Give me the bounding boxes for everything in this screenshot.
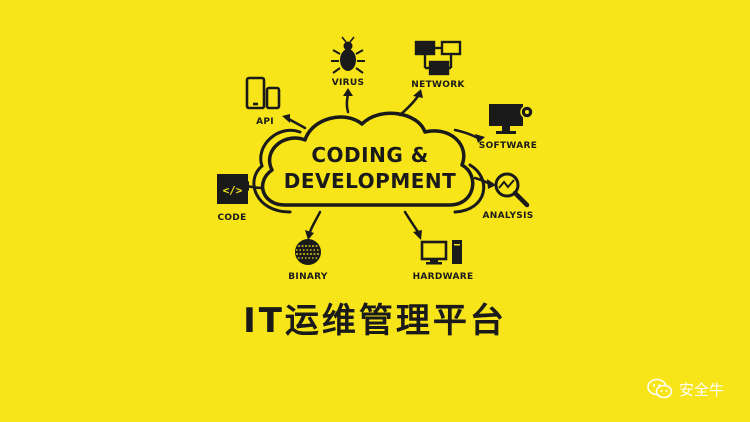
connector-virus [345, 92, 350, 114]
node-hardware-label: HARDWARE [413, 272, 474, 282]
node-api: API [245, 76, 281, 127]
node-binary-label: BINARY [288, 272, 328, 282]
arrowhead-virus [343, 88, 353, 96]
devices-icon [245, 76, 281, 110]
magnifier-chart-icon [494, 172, 530, 208]
binary-globe-icon [295, 239, 321, 265]
arrowhead-hardware [413, 230, 422, 240]
node-api-label: API [256, 117, 274, 127]
bug-icon [331, 36, 365, 74]
node-hardware: HARDWARE [413, 240, 474, 282]
node-code-label: CODE [217, 213, 246, 223]
node-binary: BINARY [288, 239, 328, 282]
connector-binary [308, 210, 322, 234]
node-network: NETWORK [411, 40, 465, 90]
page-title: IT运维管理平台 [243, 301, 507, 341]
node-software-label: SOFTWARE [479, 141, 537, 151]
cloud-title-line1: CODING & [311, 143, 428, 167]
connector-network [398, 94, 420, 117]
arrowhead-network [413, 89, 423, 98]
svg-text:</>: </> [223, 184, 243, 197]
node-analysis-label: ANALYSIS [482, 211, 533, 221]
connector-code [245, 184, 264, 190]
central-cloud: CODING & DEVELOPMENT [252, 111, 486, 214]
node-software: SOFTWARE [479, 104, 537, 151]
arrowhead-binary [305, 230, 314, 240]
cloud-title-line2: DEVELOPMENT [284, 169, 457, 193]
monitor-gear-icon [489, 104, 534, 134]
node-code: </> CODE [217, 174, 248, 223]
computer-tower-icon [420, 240, 462, 265]
arrowhead-api [282, 114, 290, 123]
node-virus-label: VIRUS [332, 78, 365, 88]
node-analysis: ANALYSIS [482, 172, 533, 221]
node-network-label: NETWORK [411, 80, 465, 90]
wechat-icon [647, 378, 673, 399]
node-virus: VIRUS [331, 36, 365, 88]
code-icon: </> [217, 174, 248, 204]
connector-hardware [403, 210, 420, 234]
connector-software [453, 128, 480, 140]
coding-development-diagram: CODING & DEVELOPMENT VIRUS NETWORK API S… [217, 36, 537, 282]
watermark-text: 安全牛 [678, 380, 724, 399]
network-icon [414, 40, 462, 76]
watermark: 安全牛 [647, 378, 724, 400]
